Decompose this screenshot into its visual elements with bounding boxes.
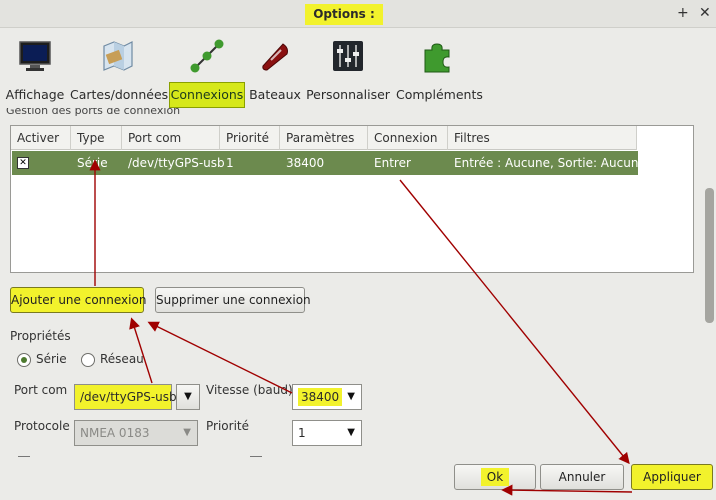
scrollbar-thumb[interactable]	[705, 188, 714, 323]
tab-bateaux[interactable]: Bateaux	[248, 32, 302, 106]
remove-connection-button[interactable]: Supprimer une connexion	[155, 287, 311, 313]
tab-cartes-donnees[interactable]: Cartes/données	[70, 32, 169, 106]
chevron-down-icon: ▼	[347, 427, 355, 438]
port-com-label: Port com	[14, 383, 68, 397]
ok-button[interactable]: Ok	[454, 464, 536, 490]
cell-priority: 1	[226, 156, 234, 170]
priority-value: 1	[298, 426, 306, 440]
tab-complements-label: Compléments	[396, 87, 483, 102]
table-header: Activer Type Port com Priorité Paramètre…	[11, 126, 637, 150]
chevron-down-icon: ▼	[183, 427, 191, 438]
table-row[interactable]: ✕ Série /dev/ttyGPS-usb 1 38400 Entrer E…	[12, 151, 646, 175]
radio-serie[interactable]	[17, 353, 31, 367]
tab-complements[interactable]: Compléments	[396, 32, 483, 106]
tab-affichage-label: Affichage	[5, 87, 65, 102]
port-com-dropdown-button[interactable]: ▼	[176, 384, 200, 410]
group-label-ports: Gestion des ports de connexion	[6, 108, 181, 117]
sliders-icon	[333, 41, 363, 71]
tab-connexions[interactable]: Connexions	[169, 32, 245, 108]
cell-params: 38400	[286, 156, 325, 170]
cell-connection: Entrer	[374, 156, 411, 170]
priority-label: Priorité	[206, 419, 249, 433]
cell-type: Série	[77, 156, 108, 170]
puzzle-icon	[424, 43, 450, 73]
enable-checkbox[interactable]: ✕	[17, 157, 29, 169]
tab-personnaliser[interactable]: Personnaliser	[306, 32, 390, 106]
cell-port: /dev/ttyGPS-usb	[128, 156, 225, 170]
radio-serie-label[interactable]: Série	[36, 352, 67, 366]
col-port-com[interactable]: Port com	[122, 126, 220, 150]
radio-reseau[interactable]	[81, 353, 95, 367]
col-type[interactable]: Type	[71, 126, 122, 150]
chevron-down-icon: ▼	[347, 391, 355, 402]
dialog-buttons: Ok Annuler Appliquer	[0, 456, 716, 500]
title-bar: Options : + ✕	[0, 0, 716, 28]
close-icon[interactable]: ✕	[699, 4, 711, 22]
tab-bateaux-label: Bateaux	[249, 87, 301, 102]
window-title: Options :	[305, 4, 383, 25]
network-nodes-icon	[190, 39, 224, 73]
add-connection-button[interactable]: Ajouter une connexion	[10, 287, 146, 313]
radio-reseau-label[interactable]: Réseau	[100, 352, 144, 366]
chart-map-icon	[103, 41, 133, 71]
col-activer[interactable]: Activer	[11, 126, 71, 150]
apply-button[interactable]: Appliquer	[631, 464, 713, 490]
col-connexion[interactable]: Connexion	[368, 126, 448, 150]
speed-label: Vitesse (baud)	[206, 383, 293, 397]
col-filtres[interactable]: Filtres	[448, 126, 637, 150]
col-parametres[interactable]: Paramètres	[280, 126, 368, 150]
ok-label: Ok	[480, 468, 510, 486]
tab-personnaliser-label: Personnaliser	[306, 87, 390, 102]
options-toolbar: Affichage Cartes/données Connexions Bate…	[0, 28, 716, 108]
speed-combo[interactable]: 38400 ▼	[292, 384, 362, 410]
maximize-icon[interactable]: +	[677, 4, 689, 22]
cell-filters: Entrée : Aucune, Sortie: Aucune	[454, 156, 646, 170]
cancel-button[interactable]: Annuler	[540, 464, 624, 490]
tab-connexions-label: Connexions	[169, 82, 245, 108]
protocol-combo[interactable]: NMEA 0183 ▼	[74, 420, 198, 446]
protocol-label: Protocole	[14, 419, 70, 433]
tab-cartes-donnees-label: Cartes/données	[70, 87, 169, 102]
priority-combo[interactable]: 1 ▼	[292, 420, 362, 446]
connections-table: Activer Type Port com Priorité Paramètre…	[10, 125, 694, 273]
protocol-value: NMEA 0183	[80, 426, 150, 440]
boat-icon	[262, 43, 288, 71]
monitor-icon	[19, 41, 51, 71]
speed-value: 38400	[298, 388, 343, 406]
properties-title: Propriétés	[10, 329, 71, 343]
port-com-combo[interactable]: /dev/ttyGPS-usb	[74, 384, 177, 410]
tab-affichage[interactable]: Affichage	[4, 32, 66, 106]
col-priorite[interactable]: Priorité	[220, 126, 280, 150]
